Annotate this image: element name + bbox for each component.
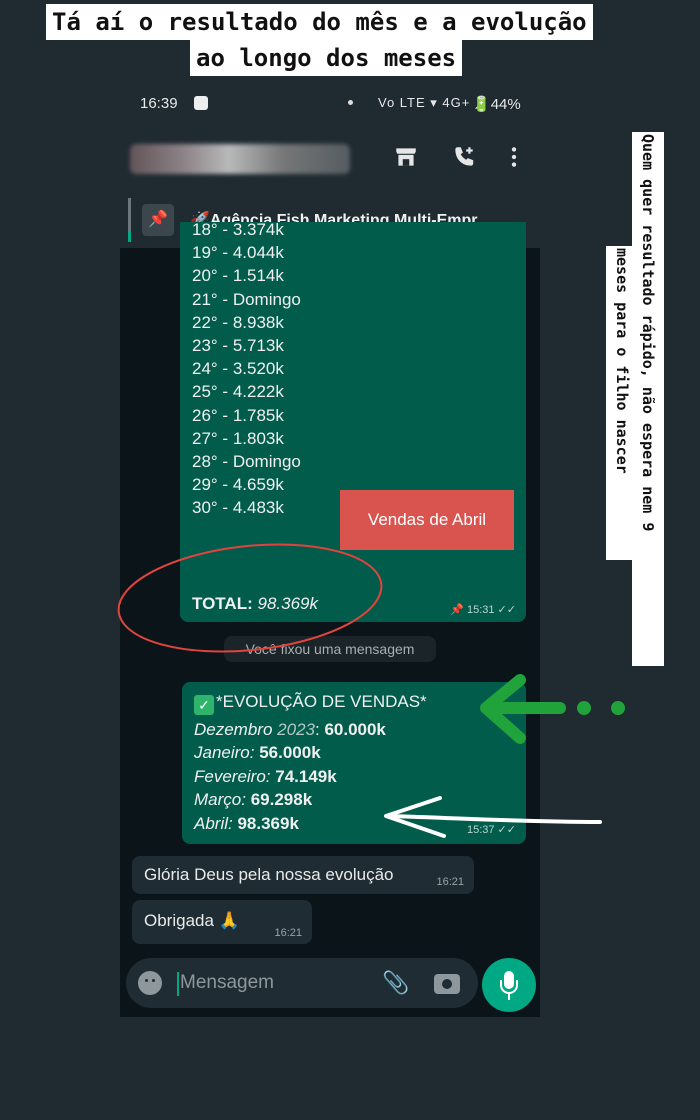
annotations xyxy=(117,543,625,838)
green-arrow-annotation xyxy=(480,674,625,744)
white-arrow-annotation xyxy=(384,796,602,838)
red-circle-annotation xyxy=(117,543,383,653)
